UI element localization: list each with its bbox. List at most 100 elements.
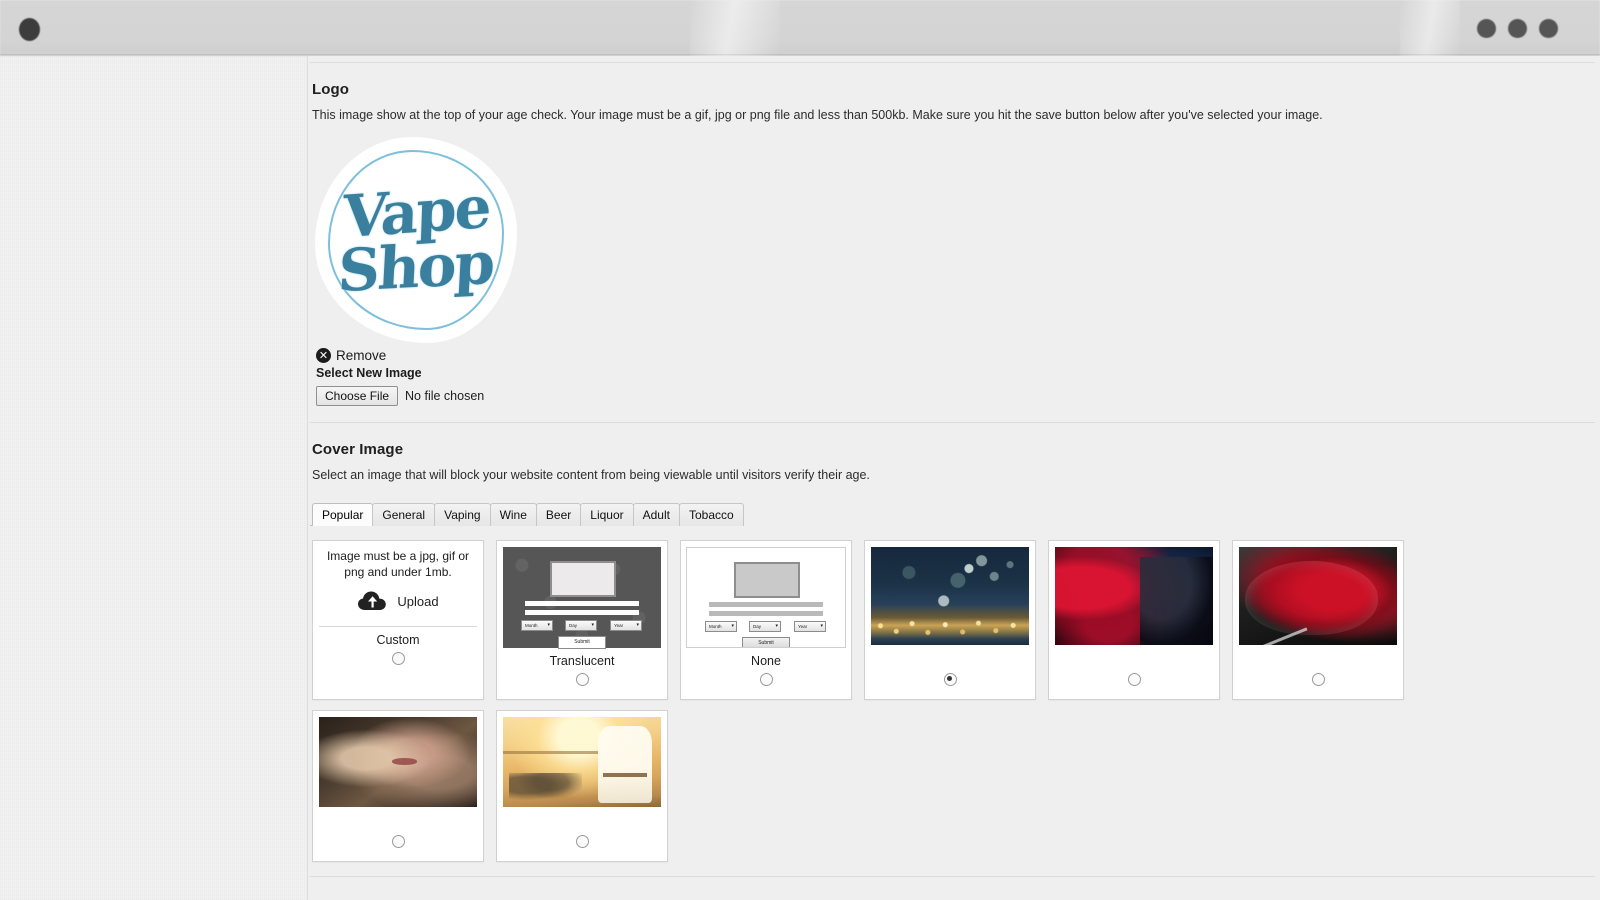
redsmoke-figure: [1140, 556, 1213, 645]
no-file-chosen-label: No file chosen: [405, 389, 485, 403]
cover-category-tabs: Popular General Vaping Wine Beer Liquor …: [310, 482, 744, 526]
tab-beer[interactable]: Beer: [535, 503, 582, 526]
sunset-figure: [597, 726, 652, 804]
custom-upload-note: Image must be a jpg, gif or png and unde…: [326, 549, 470, 579]
cover-card-bokeh[interactable]: [864, 540, 1036, 700]
mock-submit-button: Submit: [558, 636, 606, 649]
cover-card-couple[interactable]: [312, 710, 484, 862]
sunset-belt: [602, 772, 647, 778]
cover-thumb-none: Month ▾ Day ▾ Year ▾ Submit: [686, 547, 846, 648]
tab-liquor[interactable]: Liquor: [580, 503, 634, 526]
cover-card-caption-custom: Custom: [376, 633, 420, 648]
tab-tobacco[interactable]: Tobacco: [678, 503, 744, 526]
mock-text-bar-2-none: [709, 611, 823, 616]
custom-card-divider: [319, 626, 477, 628]
window-dot-icon[interactable]: [19, 18, 40, 41]
logo-image: Vape Shop: [318, 140, 514, 340]
close-circle-icon[interactable]: ✕: [316, 348, 331, 363]
cover-radio-redsmoke[interactable]: [1127, 673, 1141, 686]
cover-radio-wrap-redsmoke[interactable]: [1127, 673, 1141, 691]
select-new-image-label: Select New Image: [316, 366, 422, 380]
settings-content-panel: Logo This image show at the top of your …: [307, 56, 1600, 900]
cover-radio-couple[interactable]: [391, 835, 405, 848]
remove-logo-label[interactable]: Remove: [336, 348, 386, 363]
logo-wordmark: Vape Shop: [318, 140, 514, 340]
cover-card-wine[interactable]: [1232, 540, 1404, 700]
cover-radio-wrap-sunset[interactable]: [575, 835, 589, 853]
cover-radio-wrap-bokeh[interactable]: [943, 673, 957, 691]
remove-logo-row[interactable]: ✕ Remove: [310, 340, 1600, 363]
cover-radio-wrap-couple[interactable]: [391, 835, 405, 853]
tab-popular[interactable]: Popular: [312, 503, 374, 526]
maximize-button-icon[interactable]: [1508, 19, 1527, 38]
choose-file-button[interactable]: Choose File: [316, 386, 399, 406]
text-settings-section: Text Settings Font: [310, 877, 1600, 900]
cover-radio-wrap-wine[interactable]: [1311, 673, 1325, 691]
tab-wine[interactable]: Wine: [489, 503, 537, 526]
browser-chrome: [0, 0, 1600, 56]
mock-submit-button-none: Submit: [742, 637, 790, 647]
minimize-button-icon[interactable]: [1477, 19, 1496, 38]
cover-card-caption-none: None: [751, 654, 781, 668]
mock-text-bar-1: [525, 601, 639, 606]
page-root: Logo This image show at the top of your …: [0, 0, 1600, 900]
upload-label[interactable]: Upload: [397, 594, 438, 609]
couple-lips: [391, 758, 417, 765]
cover-radio-custom[interactable]: [391, 652, 405, 666]
cover-thumb-sunset: [503, 717, 661, 807]
cover-radio-wrap-custom[interactable]: [391, 652, 405, 670]
cover-thumb-redsmoke: [1055, 547, 1213, 645]
custom-upload-body: Image must be a jpg, gif or png and unde…: [319, 547, 477, 628]
cover-card-sunset[interactable]: [496, 710, 668, 862]
cover-image-section: Cover Image Select an image that will bl…: [310, 423, 1600, 862]
cover-radio-none[interactable]: [759, 673, 773, 686]
mock-month-select: Month ▾: [521, 620, 553, 631]
tab-adult[interactable]: Adult: [632, 503, 680, 526]
cover-thumb-bokeh: [871, 547, 1029, 645]
mock-logo-placeholder-none: [734, 562, 800, 598]
cover-card-translucent[interactable]: Month ▾ Day ▾ Year ▾ Submit Translucent: [496, 540, 668, 700]
cloud-upload-icon[interactable]: [357, 590, 391, 612]
chrome-sheen-right: [1400, 0, 1460, 56]
tab-general[interactable]: General: [372, 503, 436, 526]
window-controls: [1477, 19, 1558, 38]
logo-preview-wrapper: Vape Shop: [310, 122, 1600, 340]
mock-year-select: Year ▾: [610, 620, 642, 631]
mock-text-bar-1-none: [709, 602, 823, 607]
mock-text-bar-2: [525, 610, 639, 615]
cover-thumb-couple: [319, 717, 477, 807]
chrome-sheen: [690, 0, 780, 56]
bokeh-glitter-band: [871, 617, 1029, 639]
cover-radio-bokeh[interactable]: [943, 673, 957, 686]
cover-radio-wrap-none[interactable]: [759, 673, 773, 691]
sunset-railing: [503, 751, 601, 755]
cover-thumb-wine: [1239, 547, 1397, 645]
mock-day-select-none: Day ▾: [749, 621, 781, 632]
close-button-icon[interactable]: [1539, 19, 1558, 38]
logo-section: Logo This image show at the top of your …: [310, 63, 1600, 406]
cover-thumb-translucent: Month ▾ Day ▾ Year ▾ Submit: [503, 547, 661, 649]
cover-card-redsmoke[interactable]: [1048, 540, 1220, 700]
logo-wordmark-line2: Shop: [336, 228, 496, 306]
cover-radio-translucent[interactable]: [575, 673, 589, 686]
cover-image-grid: Image must be a jpg, gif or png and unde…: [310, 526, 1422, 862]
tab-vaping[interactable]: Vaping: [434, 503, 491, 526]
cover-card-custom[interactable]: Image must be a jpg, gif or png and unde…: [312, 540, 484, 700]
cover-radio-wine[interactable]: [1311, 673, 1325, 686]
logo-file-input-row[interactable]: Choose File No file chosen: [310, 380, 1600, 406]
cover-section-title: Cover Image: [312, 441, 404, 458]
cover-section-description: Select an image that will block your web…: [312, 468, 870, 482]
cover-radio-sunset[interactable]: [575, 835, 589, 848]
mock-logo-placeholder: [550, 561, 616, 597]
cover-card-none[interactable]: Month ▾ Day ▾ Year ▾ Submit None: [680, 540, 852, 700]
cover-card-caption-translucent: Translucent: [549, 654, 615, 668]
cover-radio-wrap-translucent[interactable]: [575, 673, 589, 691]
custom-upload-control[interactable]: Upload: [319, 590, 477, 612]
wine-glass-shape: [1245, 560, 1379, 636]
mock-year-select-none: Year ▾: [794, 621, 826, 632]
logo-section-description: This image show at the top of your age c…: [312, 108, 1323, 122]
mock-day-select: Day ▾: [565, 620, 597, 631]
mock-month-select-none: Month ▾: [705, 621, 737, 632]
text-settings-title: Text Settings: [312, 887, 1600, 900]
sunset-motorcycle: [509, 772, 582, 804]
